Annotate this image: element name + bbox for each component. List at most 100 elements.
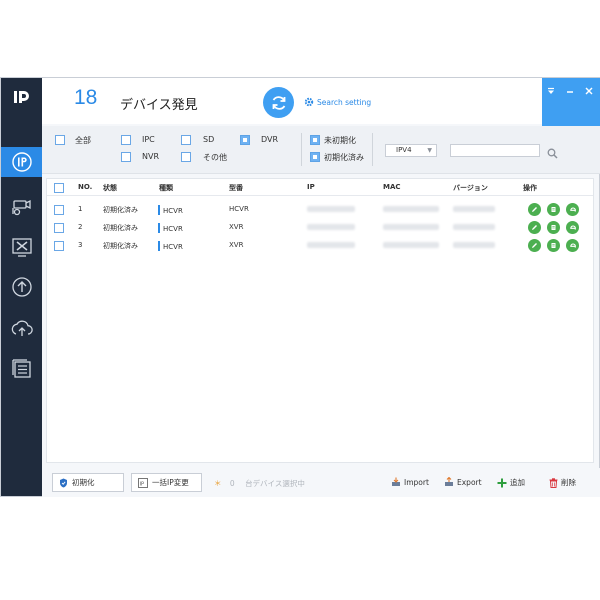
batch-ip-label: 一括IP変更 <box>152 478 189 487</box>
column-ip: IP <box>307 183 315 191</box>
details-button[interactable] <box>547 203 560 216</box>
edit-button[interactable] <box>528 239 541 252</box>
filter-other-checkbox[interactable] <box>181 152 191 162</box>
ip-version-value: IPV4 <box>396 146 412 154</box>
document-icon <box>551 225 556 230</box>
svg-text:IP: IP <box>140 481 145 487</box>
import-button[interactable]: Import <box>391 477 429 487</box>
export-button[interactable]: Export <box>444 477 482 487</box>
camera-gear-icon <box>11 199 31 216</box>
initialize-label: 初期化 <box>72 478 95 487</box>
menu-dropdown-icon[interactable] <box>544 84 558 98</box>
pencil-icon <box>532 225 537 230</box>
pencil-icon <box>532 207 537 212</box>
close-icon[interactable] <box>582 84 596 98</box>
minimize-icon[interactable] <box>563 84 577 98</box>
edit-button[interactable] <box>528 203 541 216</box>
details-button[interactable] <box>547 221 560 234</box>
import-label: Import <box>404 477 429 487</box>
type-indicator <box>158 223 160 233</box>
delete-label: 削除 <box>561 478 576 487</box>
redacted-mac <box>383 224 439 230</box>
sidebar-item-camera-settings[interactable] <box>1 192 42 222</box>
redacted-mac <box>383 206 439 212</box>
type-indicator <box>158 241 160 251</box>
details-button[interactable] <box>547 239 560 252</box>
document-icon <box>551 207 556 212</box>
filter-bar: 全部 IPC SD DVR NVR その他 未初期化 初期化済み IPV4 ▼ <box>42 126 600 174</box>
web-button[interactable] <box>566 239 579 252</box>
row-type-text: HCVR <box>163 207 183 215</box>
browser-e-icon <box>569 224 576 230</box>
redacted-ip <box>307 206 355 212</box>
row-status: 初期化済み <box>103 242 138 250</box>
add-button[interactable]: 追加 <box>497 477 525 488</box>
redacted-mac <box>383 242 439 248</box>
sidebar <box>1 78 42 496</box>
edit-button[interactable] <box>528 221 541 234</box>
ip-version-select[interactable]: IPV4 ▼ <box>385 144 437 157</box>
row-type: HCVR <box>158 205 183 215</box>
sidebar-item-ip-search[interactable] <box>1 147 42 177</box>
search-setting-link[interactable]: Search setting <box>304 97 371 107</box>
column-status: 状態 <box>103 184 117 192</box>
app-logo <box>1 78 42 116</box>
filter-uninitialized-checkbox[interactable] <box>310 135 320 145</box>
ip-icon <box>11 152 32 172</box>
row-model: HCVR <box>229 205 249 213</box>
row-no: 1 <box>78 205 83 213</box>
table-row[interactable]: 2 初期化済み HCVR XVR <box>47 219 593 237</box>
browser-e-icon <box>569 242 576 248</box>
sidebar-item-upgrade[interactable] <box>1 272 42 302</box>
filter-uninitialized-label: 未初期化 <box>324 136 356 145</box>
initialize-button[interactable]: 初期化 <box>52 473 124 492</box>
column-version: バージョン <box>453 184 488 192</box>
row-model: XVR <box>229 223 244 231</box>
row-status: 初期化済み <box>103 206 138 214</box>
redacted-version <box>453 242 495 248</box>
document-list-icon <box>11 359 31 378</box>
row-status: 初期化済み <box>103 224 138 232</box>
search-input[interactable] <box>450 144 540 157</box>
row-no: 3 <box>78 241 83 249</box>
pencil-icon <box>532 243 537 248</box>
filter-other-label: その他 <box>203 153 227 162</box>
filter-nvr-checkbox[interactable] <box>121 152 131 162</box>
filter-dvr-checkbox[interactable] <box>240 135 250 145</box>
delete-button[interactable]: 削除 <box>549 477 576 488</box>
cloud-upload-icon <box>11 320 33 336</box>
sidebar-item-tools[interactable] <box>1 232 42 262</box>
ip-edit-icon: IP <box>138 477 148 488</box>
refresh-button[interactable] <box>263 87 294 118</box>
filter-all-label: 全部 <box>75 136 91 145</box>
export-icon <box>445 477 453 486</box>
filter-sd-checkbox[interactable] <box>181 135 191 145</box>
asterisk-icon: ＊ <box>214 479 222 488</box>
sidebar-item-cloud[interactable] <box>1 313 42 343</box>
web-button[interactable] <box>566 203 579 216</box>
column-model: 型番 <box>229 184 243 192</box>
page-title: デバイス発見 <box>120 98 198 113</box>
table-row[interactable]: 3 初期化済み HCVR XVR <box>47 237 593 255</box>
table-row[interactable]: 1 初期化済み HCVR HCVR <box>47 201 593 219</box>
filter-ipc-checkbox[interactable] <box>121 135 131 145</box>
row-checkbox[interactable] <box>54 241 64 251</box>
select-all-checkbox[interactable] <box>54 183 64 193</box>
column-mac: MAC <box>383 183 401 191</box>
web-button[interactable] <box>566 221 579 234</box>
device-table: NO. 状態 種類 型番 IP MAC バージョン 操作 1 初期化済み HCV… <box>46 178 594 463</box>
row-checkbox[interactable] <box>54 223 64 233</box>
selected-count: 0 <box>229 479 235 488</box>
plus-icon <box>497 478 507 487</box>
gear-icon <box>304 97 314 107</box>
filter-initialized-checkbox[interactable] <box>310 152 320 162</box>
trash-icon <box>549 477 558 488</box>
redacted-ip <box>307 242 355 248</box>
device-search-window: 18 デバイス発見 Search setting 全部 IPC SD DVR N… <box>0 77 600 497</box>
batch-ip-change-button[interactable]: IP 一括IP変更 <box>131 473 202 492</box>
sidebar-item-list[interactable] <box>1 354 42 384</box>
search-icon[interactable] <box>547 144 558 163</box>
window-controls <box>542 78 600 126</box>
filter-all-checkbox[interactable] <box>55 135 65 145</box>
row-checkbox[interactable] <box>54 205 64 215</box>
